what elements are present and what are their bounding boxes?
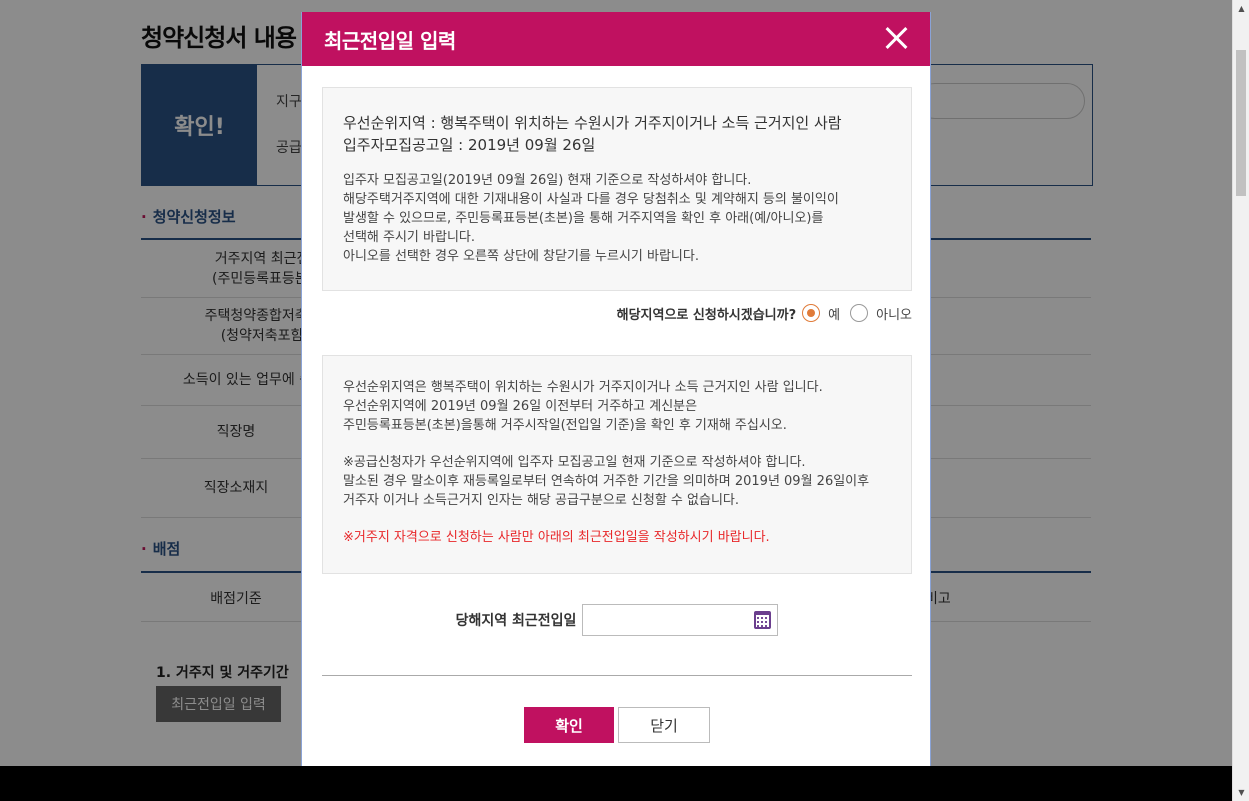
page-scrollbar[interactable]: ▲ ▼	[1232, 0, 1249, 801]
notice-paragraph: ※공급신청자가 우선순위지역에 입주자 모집공고일 현재 기준으로 작성하셔야 …	[343, 455, 870, 508]
notice-text: 입주자 모집공고일(2019년 09월 26일) 현재 기준으로 작성하셔야 합…	[343, 173, 839, 264]
confirm-button[interactable]: 확인	[524, 707, 614, 743]
priority-region-text: 우선순위지역 : 행복주택이 위치하는 수원시가 거주지이거나 소득 근거지인 …	[343, 114, 842, 132]
date-input-row: 당해지역 최근전입일	[302, 604, 930, 636]
announcement-date-text: 입주자모집공고일 : 2019년 09월 26일	[343, 136, 596, 154]
close-icon[interactable]	[884, 26, 908, 50]
notice-box-top: 우선순위지역 : 행복주택이 위치하는 수원시가 거주지이거나 소득 근거지인 …	[322, 87, 912, 291]
radio-no-label[interactable]: 아니오	[876, 304, 912, 323]
dialog-buttons: 확인 닫기	[302, 707, 930, 743]
radio-no[interactable]	[850, 304, 869, 322]
scroll-down-icon[interactable]: ▼	[1233, 784, 1249, 801]
radio-yes[interactable]	[802, 304, 821, 322]
notice-paragraph: 우선순위지역은 행복주택이 위치하는 수원시가 거주지이거나 소득 근거지인 사…	[343, 380, 823, 433]
scroll-up-icon[interactable]: ▲	[1233, 0, 1249, 17]
region-question-row: 해당지역으로 신청하시겠습니까? 예 아니오	[322, 302, 912, 324]
close-button[interactable]: 닫기	[618, 707, 710, 743]
bottom-black-bar	[0, 766, 1232, 801]
date-label: 당해지역 최근전입일	[455, 613, 577, 629]
region-question: 해당지역으로 신청하시겠습니까?	[616, 307, 797, 323]
notice-box-bottom: 우선순위지역은 행복주택이 위치하는 수원시가 거주지이거나 소득 근거지인 사…	[322, 355, 912, 574]
scroll-thumb[interactable]	[1236, 50, 1246, 196]
dialog-title: 최근전입일 입력	[324, 28, 456, 53]
move-in-date-dialog: 최근전입일 입력 우선순위지역 : 행복주택이 위치하는 수원시가 거주지이거나…	[301, 12, 931, 766]
radio-yes-label[interactable]: 예	[828, 304, 840, 323]
warning-text: ※거주지 자격으로 신청하는 사람만 아래의 최근전입일을 작성하시기 바랍니다…	[343, 530, 770, 545]
dialog-header: 최근전입일 입력	[302, 12, 930, 66]
calendar-icon[interactable]	[754, 611, 772, 629]
dialog-divider	[322, 675, 912, 676]
move-in-date-field[interactable]	[582, 604, 779, 636]
